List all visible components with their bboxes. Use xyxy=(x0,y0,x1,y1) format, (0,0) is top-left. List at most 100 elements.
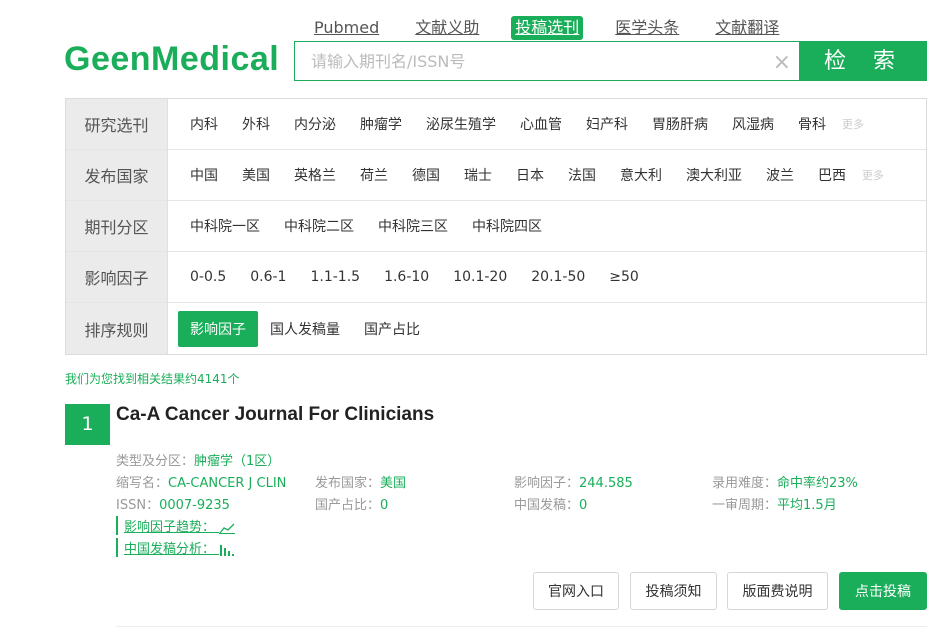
impact-factor-line: 影响因子：244.585 xyxy=(514,472,633,491)
nav-pubmed[interactable]: Pubmed xyxy=(310,16,383,40)
filter-option[interactable]: ≥50 xyxy=(597,263,651,291)
filter-option[interactable]: 1.1-1.5 xyxy=(298,263,372,291)
filter-label: 期刊分区 xyxy=(66,201,168,251)
filter-option[interactable]: 意大利 xyxy=(608,159,674,191)
filter-row-country: 发布国家 中国 美国 英格兰 荷兰 德国 瑞士 日本 法国 意大利 澳大利亚 波… xyxy=(66,150,926,201)
filter-option[interactable]: 10.1-20 xyxy=(441,263,519,291)
search-button[interactable]: 检 索 xyxy=(800,41,927,81)
abbr-label: 缩写名： xyxy=(116,476,169,491)
logo[interactable]: GeenMedical xyxy=(64,40,279,79)
type-label: 类型及分区： xyxy=(116,454,195,469)
issn-value: 0007-9235 xyxy=(159,498,230,513)
china-value: 0 xyxy=(579,498,588,513)
sort-option[interactable]: 国人发稿量 xyxy=(258,313,352,345)
type-value: 肿瘤学（1区） xyxy=(194,454,281,469)
if-label: 影响因子： xyxy=(514,476,580,491)
filter-option[interactable]: 英格兰 xyxy=(282,159,348,191)
if-value: 244.585 xyxy=(579,476,633,491)
filter-option[interactable]: 中科院二区 xyxy=(272,210,366,242)
country-value: 美国 xyxy=(380,476,407,491)
filter-option[interactable]: 德国 xyxy=(400,159,452,191)
line-chart-icon xyxy=(219,523,236,534)
filter-label: 排序规则 xyxy=(66,303,168,354)
filter-option[interactable]: 日本 xyxy=(504,159,556,191)
china-line: 中国发稿：0 xyxy=(514,494,587,513)
filter-option[interactable]: 20.1-50 xyxy=(519,263,597,291)
nav-journal-select[interactable]: 投稿选刊 xyxy=(511,16,584,40)
review-line: 一审周期：平均1.5月 xyxy=(712,494,837,513)
result-index-badge: 1 xyxy=(65,404,110,445)
type-line: 类型及分区：肿瘤学（1区） xyxy=(116,450,280,469)
top-nav: Pubmed 文献义助 投稿选刊 医学头条 文献翻译 xyxy=(310,16,783,40)
filter-option[interactable]: 美国 xyxy=(230,159,282,191)
journal-title[interactable]: Ca-A Cancer Journal For Clinicians xyxy=(116,404,434,426)
search-input[interactable] xyxy=(309,42,773,80)
filter-option[interactable]: 肿瘤学 xyxy=(348,108,414,140)
more-link[interactable]: 更多 xyxy=(862,167,884,183)
filter-option[interactable]: 波兰 xyxy=(754,159,806,191)
filter-option[interactable]: 中科院一区 xyxy=(178,210,272,242)
filter-panel: 研究选刊 内科 外科 内分泌 肿瘤学 泌尿生殖学 心血管 妇产科 胃肠肝病 风湿… xyxy=(65,98,927,355)
filter-option[interactable]: 荷兰 xyxy=(348,159,400,191)
submit-button[interactable]: 点击投稿 xyxy=(839,572,927,610)
divider xyxy=(116,626,927,627)
diff-label: 录用难度： xyxy=(712,476,778,491)
filter-label: 研究选刊 xyxy=(66,99,168,149)
official-site-button[interactable]: 官网入口 xyxy=(533,572,619,610)
filter-row-sort: 排序规则 影响因子 国人发稿量 国产占比 xyxy=(66,303,926,354)
filter-option[interactable]: 0.6-1 xyxy=(238,263,298,291)
filter-option[interactable]: 瑞士 xyxy=(452,159,504,191)
country-label: 发布国家： xyxy=(315,476,381,491)
more-link[interactable]: 更多 xyxy=(842,116,864,132)
review-label: 一审周期： xyxy=(712,498,778,513)
clear-icon[interactable]: × xyxy=(773,50,791,75)
filter-option[interactable]: 1.6-10 xyxy=(372,263,441,291)
sort-option[interactable]: 国产占比 xyxy=(352,313,432,345)
filter-option[interactable]: 泌尿生殖学 xyxy=(414,108,508,140)
bar-chart-icon xyxy=(220,544,235,556)
filter-option[interactable]: 中国 xyxy=(178,159,230,191)
abbr-line: 缩写名：CA-CANCER J CLIN xyxy=(116,472,286,491)
filter-row-impact-factor: 影响因子 0-0.5 0.6-1 1.1-1.5 1.6-10 10.1-20 … xyxy=(66,252,926,303)
domestic-label: 国产占比： xyxy=(315,498,381,513)
china-analysis-label: 中国发稿分析： xyxy=(124,542,216,557)
filter-option[interactable]: 内科 xyxy=(178,108,230,140)
domestic-line: 国产占比：0 xyxy=(315,494,388,513)
filter-option[interactable]: 中科院四区 xyxy=(460,210,554,242)
filter-option[interactable]: 内分泌 xyxy=(282,108,348,140)
issn-line: ISSN：0007-9235 xyxy=(116,494,230,513)
filter-option[interactable]: 妇产科 xyxy=(574,108,640,140)
filter-row-research: 研究选刊 内科 外科 内分泌 肿瘤学 泌尿生殖学 心血管 妇产科 胃肠肝病 风湿… xyxy=(66,99,926,150)
filter-option[interactable]: 骨科 xyxy=(786,108,838,140)
china-label: 中国发稿： xyxy=(514,498,580,513)
filter-option[interactable]: 法国 xyxy=(556,159,608,191)
nav-literature-help[interactable]: 文献义助 xyxy=(411,16,483,40)
filter-option[interactable]: 心血管 xyxy=(508,108,574,140)
submission-guide-button[interactable]: 投稿须知 xyxy=(630,572,717,610)
filter-option[interactable]: 0-0.5 xyxy=(178,263,238,291)
filter-label: 发布国家 xyxy=(66,150,168,200)
filter-option[interactable]: 风湿病 xyxy=(720,108,786,140)
search-box: × xyxy=(294,41,800,81)
filter-option[interactable]: 澳大利亚 xyxy=(674,159,754,191)
sort-option-active[interactable]: 影响因子 xyxy=(178,310,258,347)
result-count: 我们为您找到相关结果约4141个 xyxy=(65,372,240,386)
abbr-value: CA-CANCER J CLIN xyxy=(168,476,287,491)
filter-row-partition: 期刊分区 中科院一区 中科院二区 中科院三区 中科院四区 xyxy=(66,201,926,252)
review-value: 平均1.5月 xyxy=(777,498,837,513)
impact-trend-label: 影响因子趋势： xyxy=(124,520,216,535)
domestic-value: 0 xyxy=(380,498,389,513)
filter-option[interactable]: 中科院三区 xyxy=(366,210,460,242)
filter-label: 影响因子 xyxy=(66,252,168,302)
nav-translation[interactable]: 文献翻译 xyxy=(711,16,783,40)
country-line: 发布国家：美国 xyxy=(315,472,406,491)
page-fee-button[interactable]: 版面费说明 xyxy=(727,572,828,610)
nav-medical-headlines[interactable]: 医学头条 xyxy=(611,16,683,40)
impact-trend-link[interactable]: 影响因子趋势： xyxy=(116,516,236,535)
filter-option[interactable]: 巴西 xyxy=(806,159,858,191)
filter-option[interactable]: 胃肠肝病 xyxy=(640,108,720,140)
difficulty-line: 录用难度：命中率约23% xyxy=(712,472,858,491)
issn-label: ISSN： xyxy=(116,498,160,513)
china-analysis-link[interactable]: 中国发稿分析： xyxy=(116,538,235,557)
filter-option[interactable]: 外科 xyxy=(230,108,282,140)
